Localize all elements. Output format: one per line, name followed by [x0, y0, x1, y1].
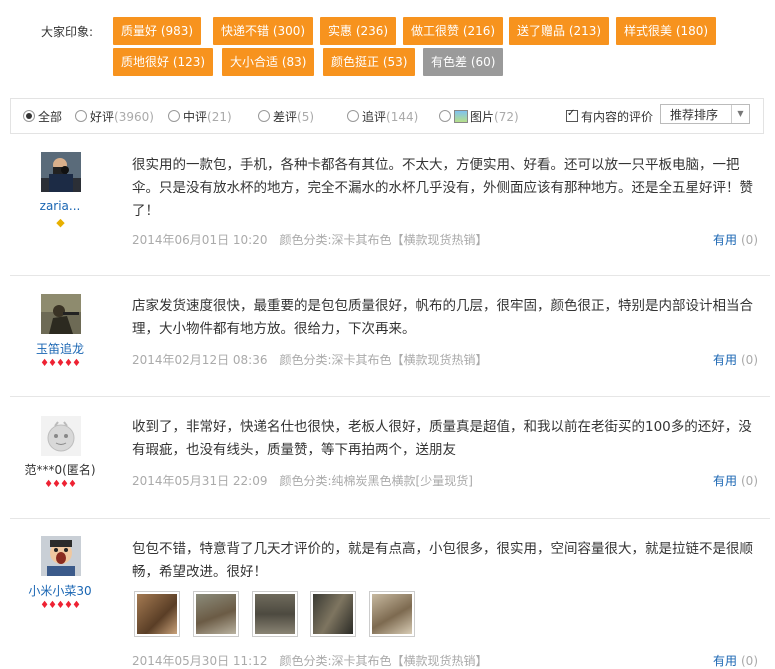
- buyer-level-icon: ♦♦♦♦♦: [40, 600, 81, 611]
- has-content-checkbox[interactable]: 有内容的评价: [566, 108, 653, 125]
- review-photos: [134, 591, 424, 637]
- filter-mid[interactable]: 中评(21): [168, 108, 232, 125]
- radio-icon: [258, 110, 270, 122]
- review-meta: 2014年05月31日 22:09 颜色分类:纯棉炭黑色横款[少量现货]: [132, 472, 473, 489]
- review-content: 包包不错，特意背了几天才评价的，就是有点高，小包很多，很实用，空间容量很大，就是…: [132, 541, 753, 580]
- review-photo[interactable]: [310, 591, 357, 637]
- impression-tag[interactable]: 质地很好 (123): [113, 48, 214, 76]
- username[interactable]: 范***0(匿名): [10, 461, 110, 478]
- impression-panel: 大家印象: 质量好 (983) 快递不错 (300) 实惠 (236) 做工很赞…: [10, 8, 770, 80]
- review-item: 小米小菜30 ♦♦♦♦♦ 包包不错，特意背了几天才评价的，就是有点高，小包很多，…: [10, 519, 770, 669]
- review-meta: 2014年05月30日 11:12 颜色分类:深卡其布色【横款现货热销】: [132, 652, 488, 669]
- useful-button[interactable]: 有用 (0): [713, 351, 758, 368]
- sort-select[interactable]: 推荐排序 ▼: [660, 104, 750, 124]
- impression-tag[interactable]: 大小合适 (83): [222, 48, 315, 76]
- username[interactable]: 小米小菜30: [10, 582, 110, 599]
- review-item: 范***0(匿名) ♦♦♦♦ 收到了，非常好，快递名仕也很快，老板人很好，质量真…: [10, 397, 770, 519]
- useful-button[interactable]: 有用 (0): [713, 652, 758, 669]
- impression-label: 大家印象:: [41, 25, 94, 39]
- impression-tag[interactable]: 颜色挺正 (53): [323, 48, 416, 76]
- filter-append[interactable]: 追评(144): [347, 108, 418, 125]
- review-photo[interactable]: [192, 591, 239, 637]
- review-content: 店家发货速度很快，最重要的是包包质量很好，帆布的几层，很牢固，颜色很正，特别是内…: [132, 298, 753, 337]
- buyer-level-icon: ♦♦♦♦♦: [40, 358, 81, 369]
- useful-button[interactable]: 有用 (0): [713, 472, 758, 489]
- radio-icon: [23, 110, 35, 122]
- radio-icon: [347, 110, 359, 122]
- review-photo[interactable]: [134, 591, 180, 637]
- review-item: 玉笛追龙 ♦♦♦♦♦ 店家发货速度很快，最重要的是包包质量很好，帆布的几层，很牢…: [10, 276, 770, 397]
- review-filter-bar: 全部 好评(3960) 中评(21) 差评(5) 追评(144) 图片(72) …: [10, 98, 764, 134]
- impression-tag[interactable]: 送了赠品 (213): [509, 17, 610, 45]
- review-sku: 颜色分类:深卡其布色【横款现货热销】: [279, 353, 488, 367]
- buyer-level-icon: ♦♦♦♦: [44, 479, 77, 490]
- useful-button[interactable]: 有用 (0): [713, 231, 758, 248]
- filter-bad[interactable]: 差评(5): [258, 108, 314, 125]
- radio-icon: [439, 110, 451, 122]
- radio-icon: [75, 110, 87, 122]
- review-date: 2014年05月31日 22:09: [132, 474, 268, 488]
- avatar[interactable]: [41, 536, 81, 576]
- filter-all[interactable]: 全部: [23, 108, 62, 125]
- impression-tag[interactable]: 有色差 (60): [423, 48, 504, 76]
- impression-tag[interactable]: 做工很赞 (216): [403, 17, 504, 45]
- review-date: 2014年02月12日 08:36: [132, 353, 268, 367]
- review-photo[interactable]: [369, 591, 416, 637]
- filter-good[interactable]: 好评(3960): [75, 108, 154, 125]
- review-content: 收到了，非常好，快递名仕也很快，老板人很好，质量真是超值，和我以前在老街买的10…: [132, 419, 752, 458]
- radio-icon: [168, 110, 180, 122]
- chevron-down-icon: ▼: [731, 105, 749, 123]
- picture-icon: [454, 110, 468, 123]
- review-date: 2014年06月01日 10:20: [132, 233, 268, 247]
- avatar[interactable]: [41, 152, 81, 192]
- impression-tag[interactable]: 样式很美 (180): [616, 17, 717, 45]
- avatar[interactable]: [41, 294, 81, 334]
- avatar[interactable]: [41, 416, 81, 456]
- review-date: 2014年05月30日 11:12: [132, 654, 268, 668]
- review-meta: 2014年06月01日 10:20 颜色分类:深卡其布色【横款现货热销】: [132, 231, 488, 248]
- review-content: 很实用的一款包，手机，各种卡都各有其位。不太大，方便实用、好看。还可以放一只平板…: [132, 157, 753, 219]
- checkbox-icon: [566, 108, 578, 122]
- review-item: zaria... ◆ 很实用的一款包，手机，各种卡都各有其位。不太大，方便实用、…: [10, 140, 770, 276]
- impression-tag[interactable]: 快递不错 (300): [213, 17, 314, 45]
- impression-tag[interactable]: 质量好 (983): [113, 17, 202, 45]
- review-meta: 2014年02月12日 08:36 颜色分类:深卡其布色【横款现货热销】: [132, 351, 488, 368]
- review-photo[interactable]: [251, 591, 298, 637]
- review-sku: 颜色分类:深卡其布色【横款现货热销】: [279, 233, 488, 247]
- impression-tag[interactable]: 实惠 (236): [320, 17, 397, 45]
- buyer-level-icon: ◆: [56, 216, 64, 229]
- review-sku: 颜色分类:深卡其布色【横款现货热销】: [279, 654, 488, 668]
- username[interactable]: zaria...: [10, 199, 110, 213]
- review-sku: 颜色分类:纯棉炭黑色横款[少量现货]: [279, 474, 473, 488]
- username[interactable]: 玉笛追龙: [10, 340, 110, 357]
- filter-pic[interactable]: 图片(72): [439, 108, 519, 125]
